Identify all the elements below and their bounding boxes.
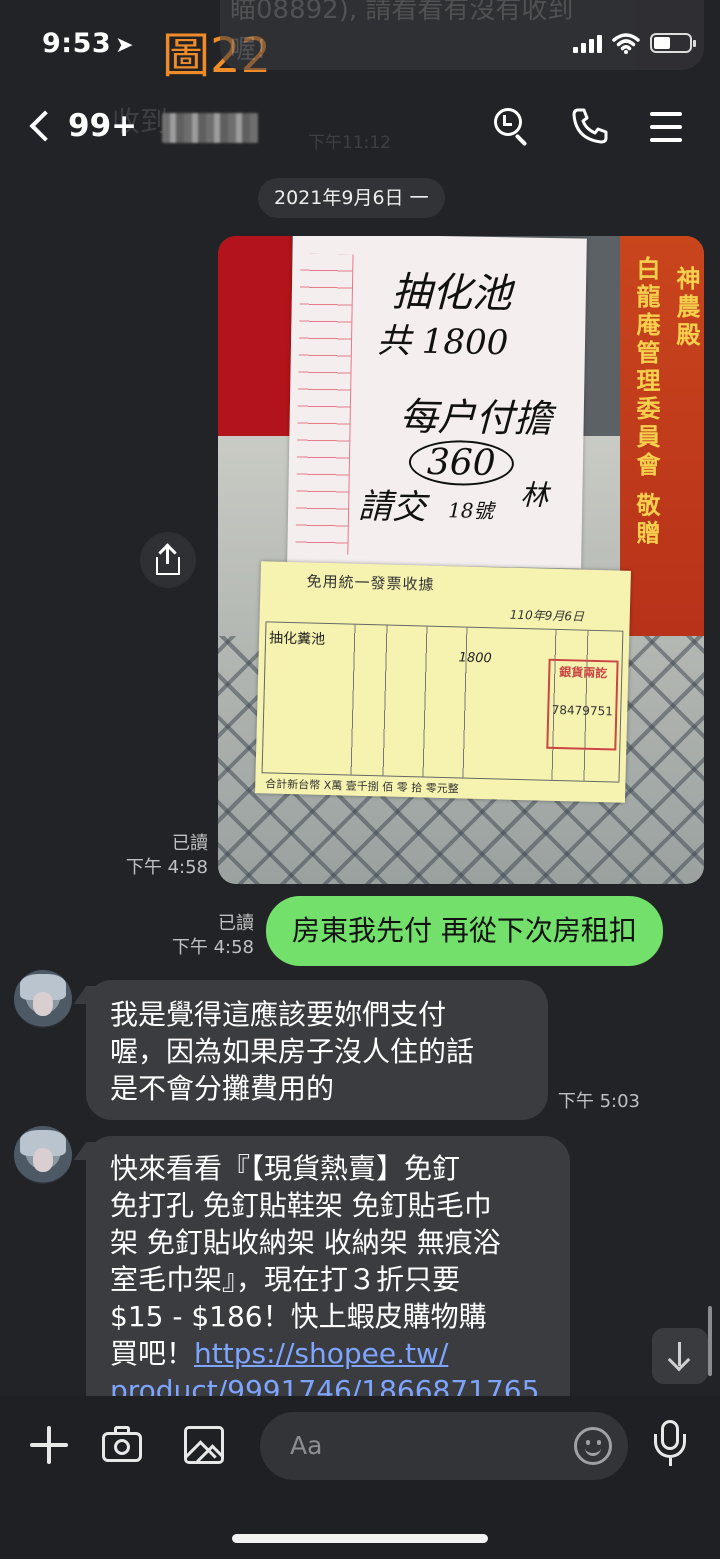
home-indicator[interactable] [232,1534,488,1543]
receipt: 免用統一發票收據 110年9月6日 抽化糞池 1800 銀貨兩訖 7847975… [255,561,631,803]
status-time: 9:53 ➤ [42,28,135,59]
emoji-icon[interactable] [574,1427,612,1465]
chevron-left-icon [29,110,61,142]
message-time: 下午 4:58 [171,937,254,958]
temple-banner: 神農殿 白龍庵管理委員會 敬贈 [620,236,704,636]
read-receipt: 已讀 [172,833,208,854]
signal-icon [573,33,602,53]
avatar[interactable] [14,1126,72,1184]
handwritten-note: 抽化池 共 1800 每户付擔 360 請交 18號 林 [287,236,587,569]
photo-meta: 已讀 下午 4:58 [110,832,208,880]
scroll-to-bottom-button[interactable] [652,1328,708,1384]
avatar[interactable] [14,970,72,1028]
menu-icon[interactable] [648,106,692,150]
photo-message[interactable]: 神農殿 白龍庵管理委員會 敬贈 抽化池 共 1800 每户付擔 360 請交 1… [218,236,704,884]
wifi-icon [612,33,640,54]
message-time: 下午 4:58 [125,857,208,878]
phone-icon[interactable] [568,106,612,150]
incoming-link-bubble[interactable]: 快來看看『【現貨熱賣】免釘 免打孔 免釘貼鞋架 免釘貼毛巾 架 免釘貼收納架 收… [86,1136,570,1436]
battery-icon [650,33,696,53]
plus-icon[interactable] [28,1424,70,1466]
search-icon[interactable] [490,106,534,150]
input-placeholder: Aa [290,1431,323,1460]
status-icons [573,32,696,54]
outgoing-meta: 已讀 下午 4:58 [150,912,254,960]
camera-icon[interactable] [102,1426,146,1464]
read-receipt: 已讀 [218,913,254,934]
message-time: 下午 5:03 [557,1091,640,1112]
date-separator: 2021年9月6日 一 [258,178,445,218]
message-input[interactable]: Aa [260,1412,628,1480]
receipt-stamp: 銀貨兩訖 78479751 [546,658,619,751]
shopee-link[interactable]: https://shopee.tw/ [194,1337,448,1370]
incoming-bubble[interactable]: 我是覺得這應該要妳們支付 喔，因為如果房子沒人住的話 是不會分攤費用的 [86,980,548,1120]
scrollbar[interactable] [708,1306,712,1376]
image-icon[interactable] [184,1426,224,1464]
microphone-icon[interactable] [652,1420,688,1472]
ghost-time: 下午11:12 [308,133,391,153]
share-button[interactable] [140,532,196,588]
contact-name-blurred[interactable] [162,113,258,143]
unread-count: 99+ [68,108,138,144]
back-button[interactable]: 99+ [24,108,137,144]
outgoing-bubble[interactable]: 房東我先付 再從下次房租扣 [266,896,663,966]
location-arrow-icon: ➤ [115,33,135,58]
